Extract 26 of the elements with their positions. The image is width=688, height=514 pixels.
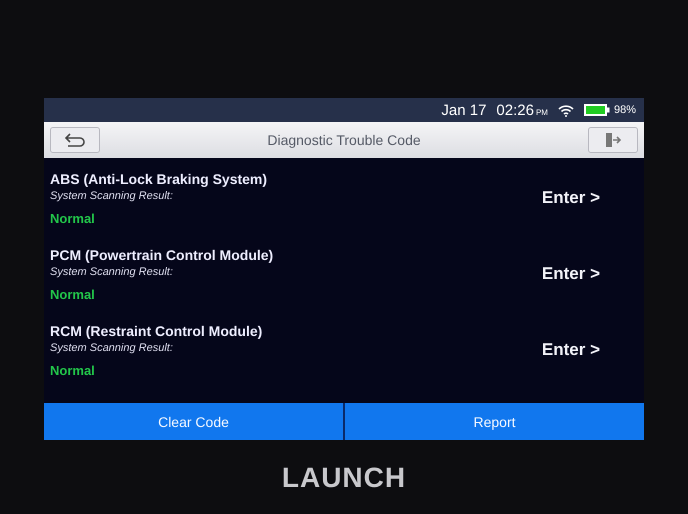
scan-result-label: System Scanning Result: — [50, 266, 174, 278]
back-button[interactable] — [50, 127, 100, 153]
action-button[interactable]: Clear Code — [44, 403, 343, 440]
status-ampm: PM — [536, 108, 548, 116]
screen-title: Diagnostic Trouble Code — [267, 132, 421, 148]
scan-result: Normal — [50, 210, 96, 226]
scan-result-label: System Scanning Result: — [50, 190, 174, 202]
battery-percent: 98% — [614, 104, 636, 116]
wifi-icon — [558, 104, 574, 116]
module-name: RCM (Restraint Control Module) — [50, 322, 262, 338]
device-brand-logo: LAUNCH — [282, 462, 406, 494]
back-arrow-icon — [63, 132, 87, 148]
scan-result: Normal — [50, 362, 96, 378]
status-date: Jan 17 — [441, 102, 486, 118]
battery-icon — [584, 104, 610, 116]
scan-result: Normal — [50, 286, 96, 302]
enter-button[interactable]: Enter > — [538, 186, 604, 210]
enter-button[interactable]: Enter > — [538, 262, 604, 286]
status-time: 02:26 — [496, 102, 534, 118]
module-name: ABS (Anti-Lock Braking System) — [50, 170, 268, 186]
enter-button[interactable]: Enter > — [538, 338, 604, 362]
exit-button[interactable] — [588, 127, 638, 153]
exit-door-icon — [604, 132, 622, 148]
action-button[interactable]: Report — [345, 403, 644, 440]
module-name: PCM (Powertrain Control Module) — [50, 246, 274, 262]
scan-result-label: System Scanning Result: — [50, 342, 174, 354]
